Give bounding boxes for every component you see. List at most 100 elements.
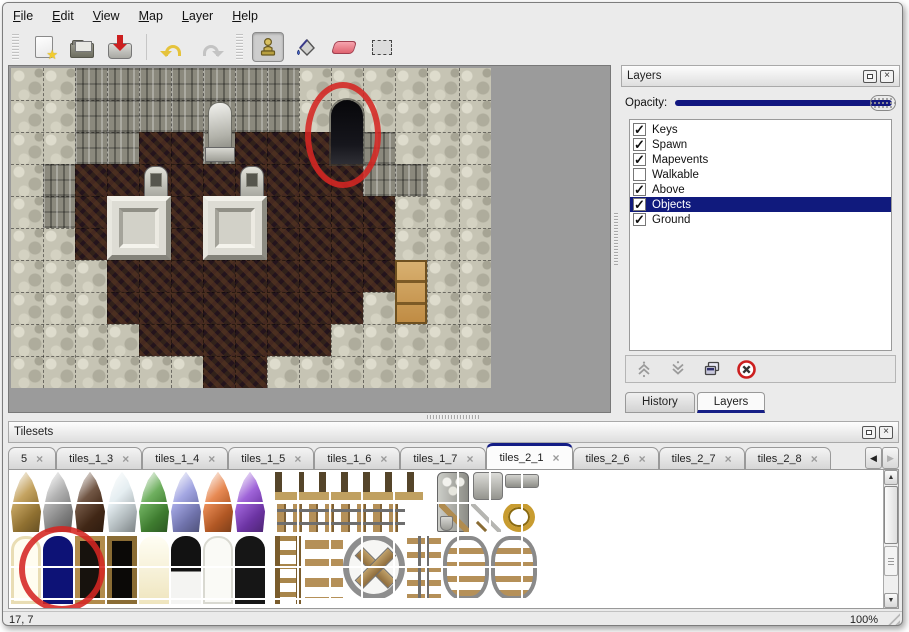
map-tile-pebble-rock[interactable] bbox=[427, 292, 459, 324]
map-tile-pebble-rock[interactable] bbox=[459, 100, 491, 132]
map-tile-pebble-rock[interactable] bbox=[427, 324, 459, 356]
purple-crystal-tile[interactable] bbox=[235, 472, 265, 532]
map-tile-pebble-rock[interactable] bbox=[11, 324, 43, 356]
menu-map[interactable]: Map bbox=[139, 9, 163, 23]
map-tile-pebble-rock[interactable] bbox=[427, 196, 459, 228]
map-tile-pebble-rock[interactable] bbox=[107, 356, 139, 388]
map-tile-brown-floor[interactable] bbox=[107, 292, 139, 324]
map-tile-pebble-rock[interactable] bbox=[363, 356, 395, 388]
layer-row-spawn[interactable]: ✓Spawn bbox=[630, 137, 891, 152]
map-tile-pebble-rock[interactable] bbox=[11, 164, 43, 196]
layer-visibility-checkbox[interactable]: ✓ bbox=[633, 213, 646, 226]
layer-row-above[interactable]: ✓Above bbox=[630, 182, 891, 197]
silver-crystal-tile[interactable] bbox=[43, 472, 73, 532]
layer-row-mapevents[interactable]: ✓Mapevents bbox=[630, 152, 891, 167]
map-tile-pebble-rock[interactable] bbox=[171, 356, 203, 388]
save-button[interactable] bbox=[104, 32, 136, 62]
map-tile-brown-floor[interactable] bbox=[235, 356, 267, 388]
map-tile-brown-floor[interactable] bbox=[139, 260, 171, 292]
map-tile-brown-floor[interactable] bbox=[203, 164, 235, 196]
map-tile-brown-floor[interactable] bbox=[107, 164, 139, 196]
map-tile-brown-floor[interactable] bbox=[331, 164, 363, 196]
map-tile-brown-floor[interactable] bbox=[235, 132, 267, 164]
close-panel-button[interactable]: × bbox=[879, 426, 893, 439]
map-tile-stone-wall[interactable] bbox=[43, 164, 75, 196]
map-tile-pebble-rock[interactable] bbox=[299, 68, 331, 100]
turntable-track-tile[interactable] bbox=[343, 534, 405, 600]
stone-platform[interactable] bbox=[107, 196, 171, 260]
tab-scroll-left-button[interactable]: ◀ bbox=[865, 447, 882, 469]
dock-tab-history[interactable]: History bbox=[625, 392, 695, 413]
map-tile-brown-floor[interactable] bbox=[203, 292, 235, 324]
map-tile-stone-wall[interactable] bbox=[363, 132, 395, 164]
map-tile-pebble-rock[interactable] bbox=[427, 228, 459, 260]
map-tile-pebble-rock[interactable] bbox=[43, 292, 75, 324]
map-tile-pebble-rock[interactable] bbox=[43, 324, 75, 356]
tab-scroll-right-button[interactable]: ▶ bbox=[882, 447, 899, 469]
navy-door-tile[interactable] bbox=[43, 536, 73, 604]
menu-file[interactable]: File bbox=[13, 9, 33, 23]
map-tile-brown-floor[interactable] bbox=[267, 260, 299, 292]
map-tile-pebble-rock[interactable] bbox=[11, 100, 43, 132]
map-tile-stone-wall[interactable] bbox=[363, 164, 395, 196]
map-tile-brown-floor[interactable] bbox=[235, 292, 267, 324]
map-tile-brown-floor[interactable] bbox=[267, 324, 299, 356]
menu-view[interactable]: View bbox=[93, 9, 120, 23]
cave-doorway[interactable] bbox=[331, 100, 363, 164]
map-tile-brown-floor[interactable] bbox=[75, 228, 107, 260]
redo-button[interactable] bbox=[195, 32, 227, 62]
map-tile-pebble-rock[interactable] bbox=[139, 356, 171, 388]
map-tile-stone-wall[interactable] bbox=[235, 100, 267, 132]
tileset-tab-tiles_1_7[interactable]: tiles_1_7× bbox=[400, 447, 486, 469]
map-tile-pebble-rock[interactable] bbox=[427, 260, 459, 292]
map-tile-pebble-rock[interactable] bbox=[11, 132, 43, 164]
blue-crystal-tile[interactable] bbox=[171, 472, 201, 532]
tileset-scrollbar[interactable]: ▲ ▼ bbox=[883, 470, 898, 608]
map-tile-pebble-rock[interactable] bbox=[43, 68, 75, 100]
layer-visibility-checkbox[interactable]: ✓ bbox=[633, 123, 646, 136]
delete-layer-button[interactable] bbox=[736, 359, 756, 379]
map-tile-stone-wall[interactable] bbox=[75, 100, 107, 132]
curved-track-tile[interactable] bbox=[491, 536, 537, 600]
map-tile-stone-wall[interactable] bbox=[107, 100, 139, 132]
map-tile-pebble-rock[interactable] bbox=[363, 100, 395, 132]
map-tile-pebble-rock[interactable] bbox=[75, 260, 107, 292]
map-tile-pebble-rock[interactable] bbox=[395, 324, 427, 356]
float-panel-button[interactable] bbox=[862, 426, 876, 439]
duplicate-layer-button[interactable] bbox=[702, 359, 722, 379]
vertical-splitter[interactable] bbox=[611, 65, 621, 413]
map-tile-pebble-rock[interactable] bbox=[427, 356, 459, 388]
undo-button[interactable] bbox=[157, 32, 189, 62]
map-tile-pebble-rock[interactable] bbox=[395, 132, 427, 164]
close-tab-icon[interactable]: × bbox=[553, 451, 560, 465]
close-tab-icon[interactable]: × bbox=[380, 452, 387, 466]
cream-arch-door-tile[interactable] bbox=[11, 536, 41, 604]
layer-visibility-checkbox[interactable]: ✓ bbox=[633, 183, 646, 196]
map-tile-pebble-rock[interactable] bbox=[11, 68, 43, 100]
map-tile-brown-floor[interactable] bbox=[331, 292, 363, 324]
map-tile-brown-floor[interactable] bbox=[267, 196, 299, 228]
map-tile-brown-floor[interactable] bbox=[203, 260, 235, 292]
map-tile-stone-wall[interactable] bbox=[203, 68, 235, 100]
map-tile-pebble-rock[interactable] bbox=[43, 132, 75, 164]
map-tile-brown-floor[interactable] bbox=[139, 292, 171, 324]
map-tile-pebble-rock[interactable] bbox=[11, 292, 43, 324]
close-tab-icon[interactable]: × bbox=[208, 452, 215, 466]
horizontal-splitter[interactable] bbox=[3, 413, 902, 421]
column-capital-tile[interactable] bbox=[473, 472, 503, 500]
map-tile-stone-wall[interactable] bbox=[139, 100, 171, 132]
dock-tab-layers[interactable]: Layers bbox=[697, 392, 766, 413]
close-tab-icon[interactable]: × bbox=[466, 452, 473, 466]
track-crossing-tile[interactable] bbox=[407, 536, 441, 600]
map-tile-brown-floor[interactable] bbox=[331, 196, 363, 228]
pale-arch-door-tile[interactable] bbox=[139, 536, 169, 604]
map-tile-brown-floor[interactable] bbox=[235, 260, 267, 292]
map-tile-brown-floor[interactable] bbox=[75, 196, 107, 228]
close-tab-icon[interactable]: × bbox=[36, 452, 43, 466]
map-tile-pebble-rock[interactable] bbox=[427, 100, 459, 132]
gold-crystal-tile[interactable] bbox=[11, 472, 41, 532]
tileset-tiles-area[interactable] bbox=[9, 470, 883, 608]
map-tile-pebble-rock[interactable] bbox=[299, 356, 331, 388]
orange-crystal-tile[interactable] bbox=[203, 472, 233, 532]
tombstone[interactable] bbox=[139, 164, 171, 196]
